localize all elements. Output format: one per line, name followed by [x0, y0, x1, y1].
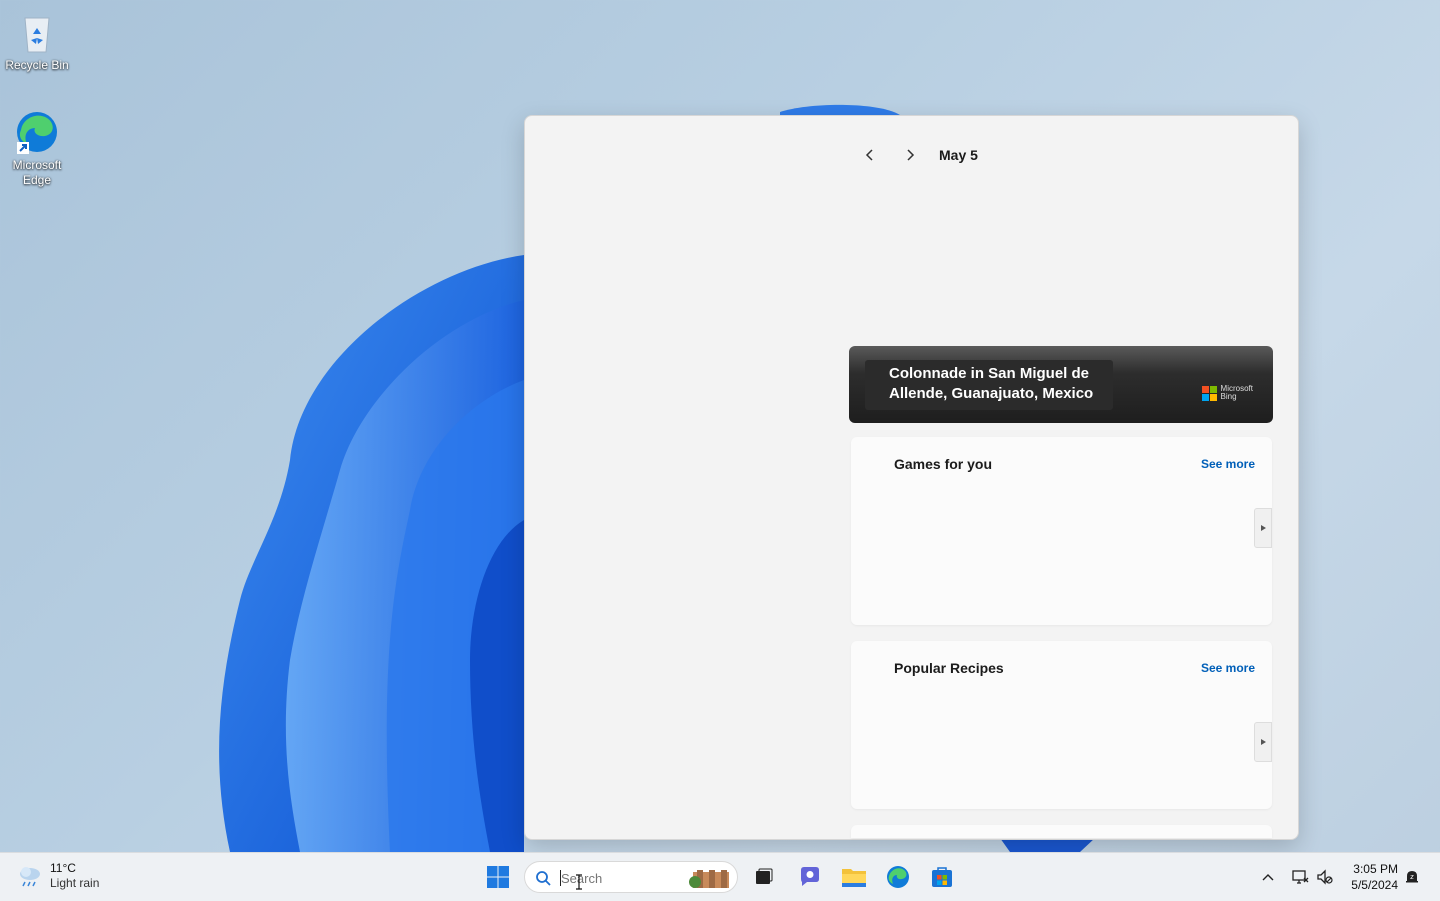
- teams-chat-icon: [801, 867, 819, 886]
- text-cursor: [560, 870, 561, 886]
- recipes-card: Popular Recipes See more: [851, 641, 1272, 809]
- store-icon: [932, 867, 952, 887]
- taskbar: 11°C Light rain Search 3:05 PM 5/5/2024 …: [0, 852, 1440, 901]
- task-view-button[interactable]: [748, 861, 780, 893]
- notifications-button[interactable]: z: [1400, 865, 1424, 889]
- caret-right-icon: [1261, 525, 1266, 531]
- chevron-right-icon: [907, 149, 915, 161]
- chat-button[interactable]: [794, 861, 826, 893]
- recycle-bin-label: Recycle Bin: [5, 58, 69, 72]
- microsoft-bing-logo: Microsoft Bing: [1201, 385, 1253, 401]
- task-view-icon: [756, 868, 773, 884]
- desktop-edge[interactable]: Microsoft Edge: [1, 108, 73, 188]
- next-card-edge: [851, 825, 1272, 838]
- next-day-button[interactable]: [895, 140, 925, 170]
- file-explorer-button[interactable]: [838, 861, 870, 893]
- weather-temperature: 11°C: [50, 861, 76, 875]
- microsoft-logo-icon: [1201, 385, 1217, 401]
- clock-date: 5/5/2024: [1351, 878, 1398, 892]
- games-card: Games for you See more: [851, 437, 1272, 625]
- caret-right-icon: [1261, 739, 1266, 745]
- scroll-right-button[interactable]: [1254, 508, 1272, 548]
- edge-taskbar-button[interactable]: [882, 861, 914, 893]
- edge-icon: [17, 112, 57, 154]
- search-highlight-icon: [689, 870, 729, 888]
- clock-time: 3:05 PM: [1353, 862, 1398, 876]
- network-icon: [1292, 870, 1309, 884]
- current-date: May 5: [939, 147, 978, 163]
- card-title: Popular Recipes: [894, 660, 1004, 676]
- search-icon: [536, 871, 551, 886]
- chevron-up-icon: [1262, 874, 1274, 881]
- volume-button[interactable]: [1313, 865, 1337, 889]
- taskbar-search-box[interactable]: [524, 861, 738, 893]
- show-hidden-icons-button[interactable]: [1256, 865, 1280, 889]
- edge-label: Microsoft Edge: [12, 158, 62, 187]
- speaker-muted-icon: [1317, 869, 1333, 885]
- see-more-link[interactable]: See more: [1201, 661, 1255, 675]
- start-button[interactable]: [482, 861, 514, 893]
- rain-cloud-icon: [20, 867, 40, 887]
- image-caption: Colonnade in San Miguel de Allende, Guan…: [865, 360, 1113, 410]
- clock-button[interactable]: 3:05 PM 5/5/2024: [1351, 861, 1398, 893]
- desktop-recycle-bin[interactable]: Recycle Bin: [1, 8, 73, 73]
- see-more-link[interactable]: See more: [1201, 457, 1255, 471]
- notification-bell-icon: z: [1406, 871, 1418, 883]
- recycle-bin-icon: [24, 17, 50, 53]
- date-navigation: May 5: [855, 140, 978, 170]
- i-beam-cursor-icon: [576, 874, 582, 890]
- network-button[interactable]: [1288, 865, 1312, 889]
- store-button[interactable]: [926, 861, 958, 893]
- weather-widget-button[interactable]: 11°C Light rain: [16, 861, 99, 891]
- brand-line-2: Bing: [1220, 392, 1237, 401]
- edge-icon: [887, 866, 909, 888]
- card-title: Games for you: [894, 456, 993, 472]
- file-explorer-icon: [842, 869, 866, 887]
- scroll-right-button[interactable]: [1254, 722, 1272, 762]
- svg-text:z: z: [1410, 873, 1414, 881]
- bing-image-card[interactable]: Colonnade in San Miguel de Allende, Guan…: [849, 346, 1273, 423]
- previous-day-button[interactable]: [855, 140, 885, 170]
- chevron-left-icon: [865, 149, 873, 161]
- weather-condition: Light rain: [50, 876, 100, 890]
- start-icon: [487, 866, 509, 888]
